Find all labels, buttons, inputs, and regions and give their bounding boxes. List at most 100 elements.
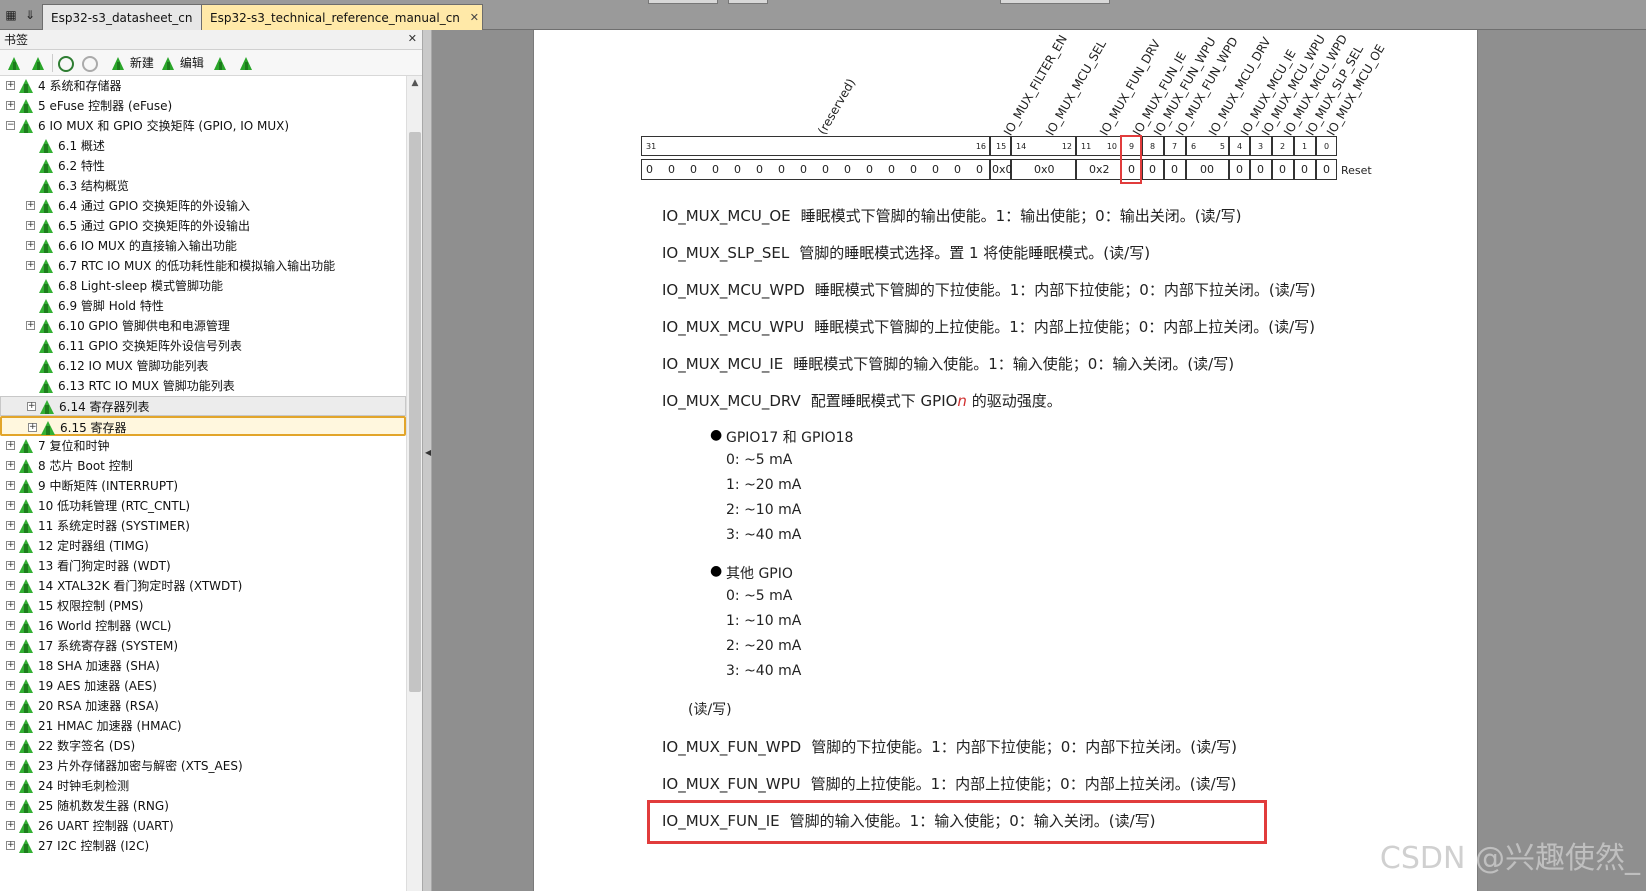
expand-icon[interactable]: + xyxy=(6,641,15,650)
expand-icon[interactable]: + xyxy=(6,681,15,690)
expand-icon[interactable]: + xyxy=(6,721,15,730)
expand-icon[interactable]: + xyxy=(6,541,15,550)
expand-icon[interactable]: + xyxy=(6,441,15,450)
expand-icon[interactable]: + xyxy=(6,821,15,830)
delete-bookmark-button[interactable] xyxy=(212,54,228,72)
bookmark-item[interactable]: +16 World 控制器 (WCL) xyxy=(0,616,406,636)
expand-icon[interactable]: + xyxy=(6,741,15,750)
expand-icon[interactable]: + xyxy=(6,521,15,530)
bookmark-item[interactable]: +15 权限控制 (PMS) xyxy=(0,596,406,616)
bookmark-item[interactable]: +14 XTAL32K 看门狗定时器 (XTWDT) xyxy=(0,576,406,596)
expand-icon[interactable]: + xyxy=(6,461,15,470)
bookmark-item[interactable]: +26 UART 控制器 (UART) xyxy=(0,816,406,836)
bookmark-item[interactable]: +8 芯片 Boot 控制 xyxy=(0,456,406,476)
bookmark-item[interactable]: 6.13 RTC IO MUX 管脚功能列表 xyxy=(0,376,406,396)
bookmark-item[interactable]: +19 AES 加速器 (AES) xyxy=(0,676,406,696)
bookmark-item[interactable]: 6.8 Light-sleep 模式管脚功能 xyxy=(0,276,406,296)
new-bookmark-button[interactable]: 新建 xyxy=(110,54,154,72)
expand-icon[interactable]: + xyxy=(6,781,15,790)
scroll-up-icon[interactable]: ▲ xyxy=(407,78,423,88)
collapse-icon[interactable]: − xyxy=(6,121,15,130)
bookmark-item[interactable]: +23 片外存储器加密与解密 (XTS_AES) xyxy=(0,756,406,776)
bookmark-item[interactable]: 6.2 特性 xyxy=(0,156,406,176)
bookmark-label: 4 系统和存储器 xyxy=(38,79,122,93)
rw-note: (读/写) xyxy=(688,702,732,718)
bookmark-properties-button[interactable] xyxy=(238,54,254,72)
bookmark-item[interactable]: +6.4 通过 GPIO 交换矩阵的外设输入 xyxy=(0,196,406,216)
panel-splitter[interactable]: ◀ xyxy=(422,30,432,891)
tab-datasheet[interactable]: Esp32-s3_datasheet_cn ✕ xyxy=(42,4,216,30)
bookmark-item[interactable]: 6.1 概述 xyxy=(0,136,406,156)
expand-icon[interactable]: + xyxy=(6,561,15,570)
bookmark-item[interactable]: +25 随机数发生器 (RNG) xyxy=(0,796,406,816)
expand-icon[interactable]: + xyxy=(6,601,15,610)
expand-icon[interactable]: + xyxy=(6,661,15,670)
bookmark-item[interactable]: 6.12 IO MUX 管脚功能列表 xyxy=(0,356,406,376)
bookmark-item[interactable]: +10 低功耗管理 (RTC_CNTL) xyxy=(0,496,406,516)
bookmark-item[interactable]: +6.6 IO MUX 的直接输入输出功能 xyxy=(0,236,406,256)
zoom-out-button[interactable] xyxy=(82,54,98,72)
expand-icon[interactable]: + xyxy=(26,241,35,250)
expand-icon[interactable]: + xyxy=(27,402,36,411)
close-icon[interactable]: ✕ xyxy=(408,30,417,48)
bookmark-item[interactable]: +12 定时器组 (TIMG) xyxy=(0,536,406,556)
expand-icon[interactable]: + xyxy=(6,761,15,770)
expand-icon[interactable]: + xyxy=(6,801,15,810)
tab-technical-reference-manual[interactable]: Esp32-s3_technical_reference_manual_cn ✕ xyxy=(201,4,483,30)
bookmark-item[interactable]: +6.10 GPIO 管脚供电和电源管理 xyxy=(0,316,406,336)
bookmark-item[interactable]: +21 HMAC 加速器 (HMAC) xyxy=(0,716,406,736)
bookmark-item[interactable]: +27 I2C 控制器 (I2C) xyxy=(0,836,406,856)
bookmark-icon xyxy=(38,218,54,234)
expand-icon[interactable]: + xyxy=(6,581,15,590)
expand-icon[interactable]: + xyxy=(6,621,15,630)
bookmark-scrollbar[interactable]: ▲ xyxy=(406,76,422,891)
bookmark-label: 6.2 特性 xyxy=(58,159,105,173)
reg-value: 0 xyxy=(844,163,851,176)
tile-view-icon[interactable]: ▦ xyxy=(3,8,19,22)
bookmark-item[interactable]: +24 时钟毛刺检测 xyxy=(0,776,406,796)
reg-value-cell: 0x0 xyxy=(1011,159,1076,180)
field-name: IO_MUX_SLP_SEL xyxy=(662,244,790,262)
bookmark-item[interactable]: +6.15 寄存器 xyxy=(0,416,406,436)
edit-bookmark-button[interactable]: 编辑 xyxy=(160,54,204,72)
expand-icon[interactable]: + xyxy=(6,81,15,90)
expand-icon[interactable]: + xyxy=(6,501,15,510)
expand-icon[interactable]: + xyxy=(6,101,15,110)
expand-icon[interactable]: + xyxy=(26,221,35,230)
bookmark-item[interactable]: +5 eFuse 控制器 (eFuse) xyxy=(0,96,406,116)
expand-icon[interactable]: + xyxy=(26,201,35,210)
expand-icon[interactable]: + xyxy=(26,261,35,270)
bookmark-item[interactable]: +22 数字签名 (DS) xyxy=(0,736,406,756)
bookmark-item[interactable]: +13 看门狗定时器 (WDT) xyxy=(0,556,406,576)
close-icon[interactable]: ✕ xyxy=(470,5,479,31)
scrollbar-thumb[interactable] xyxy=(409,132,421,692)
collapse-panel-icon[interactable]: ◀ xyxy=(425,448,431,457)
bookmark-icon xyxy=(38,318,54,334)
reg-value: 0 xyxy=(866,163,873,176)
bookmark-item[interactable]: +9 中断矩阵 (INTERRUPT) xyxy=(0,476,406,496)
zoom-in-button[interactable] xyxy=(58,54,74,72)
expand-icon[interactable]: + xyxy=(6,481,15,490)
collapse-all-button[interactable] xyxy=(30,54,46,72)
expand-icon[interactable]: + xyxy=(6,701,15,710)
bookmark-item[interactable]: +6.14 寄存器列表 xyxy=(0,396,406,416)
expand-all-button[interactable] xyxy=(6,54,22,72)
expand-icon[interactable]: + xyxy=(6,841,15,850)
sort-down-icon[interactable]: ⇓ xyxy=(22,8,38,22)
bookmark-item[interactable]: 6.9 管脚 Hold 特性 xyxy=(0,296,406,316)
bookmark-item[interactable]: +20 RSA 加速器 (RSA) xyxy=(0,696,406,716)
reg-reserved-values: 0 0 0 0 0 0 0 0 0 0 0 0 0 0 0 0 xyxy=(641,159,990,180)
bookmark-item[interactable]: 6.3 结构概览 xyxy=(0,176,406,196)
bookmark-item[interactable]: +6.7 RTC IO MUX 的低功耗性能和模拟输入输出功能 xyxy=(0,256,406,276)
expand-icon[interactable]: + xyxy=(28,423,37,432)
bookmark-item[interactable]: +7 复位和时钟 xyxy=(0,436,406,456)
bookmark-item[interactable]: +6.5 通过 GPIO 交换矩阵的外设输出 xyxy=(0,216,406,236)
bookmark-item[interactable]: +11 系统定时器 (SYSTIMER) xyxy=(0,516,406,536)
bookmark-item[interactable]: +18 SHA 加速器 (SHA) xyxy=(0,656,406,676)
bookmark-item[interactable]: − 6 IO MUX 和 GPIO 交换矩阵 (GPIO, IO MUX) xyxy=(0,116,406,136)
bookmark-item[interactable]: +4 系统和存储器 xyxy=(0,76,406,96)
bookmark-item[interactable]: +17 系统寄存器 (SYSTEM) xyxy=(0,636,406,656)
expand-icon[interactable]: + xyxy=(26,321,35,330)
bookmark-icon xyxy=(18,818,34,834)
bookmark-item[interactable]: 6.11 GPIO 交换矩阵外设信号列表 xyxy=(0,336,406,356)
